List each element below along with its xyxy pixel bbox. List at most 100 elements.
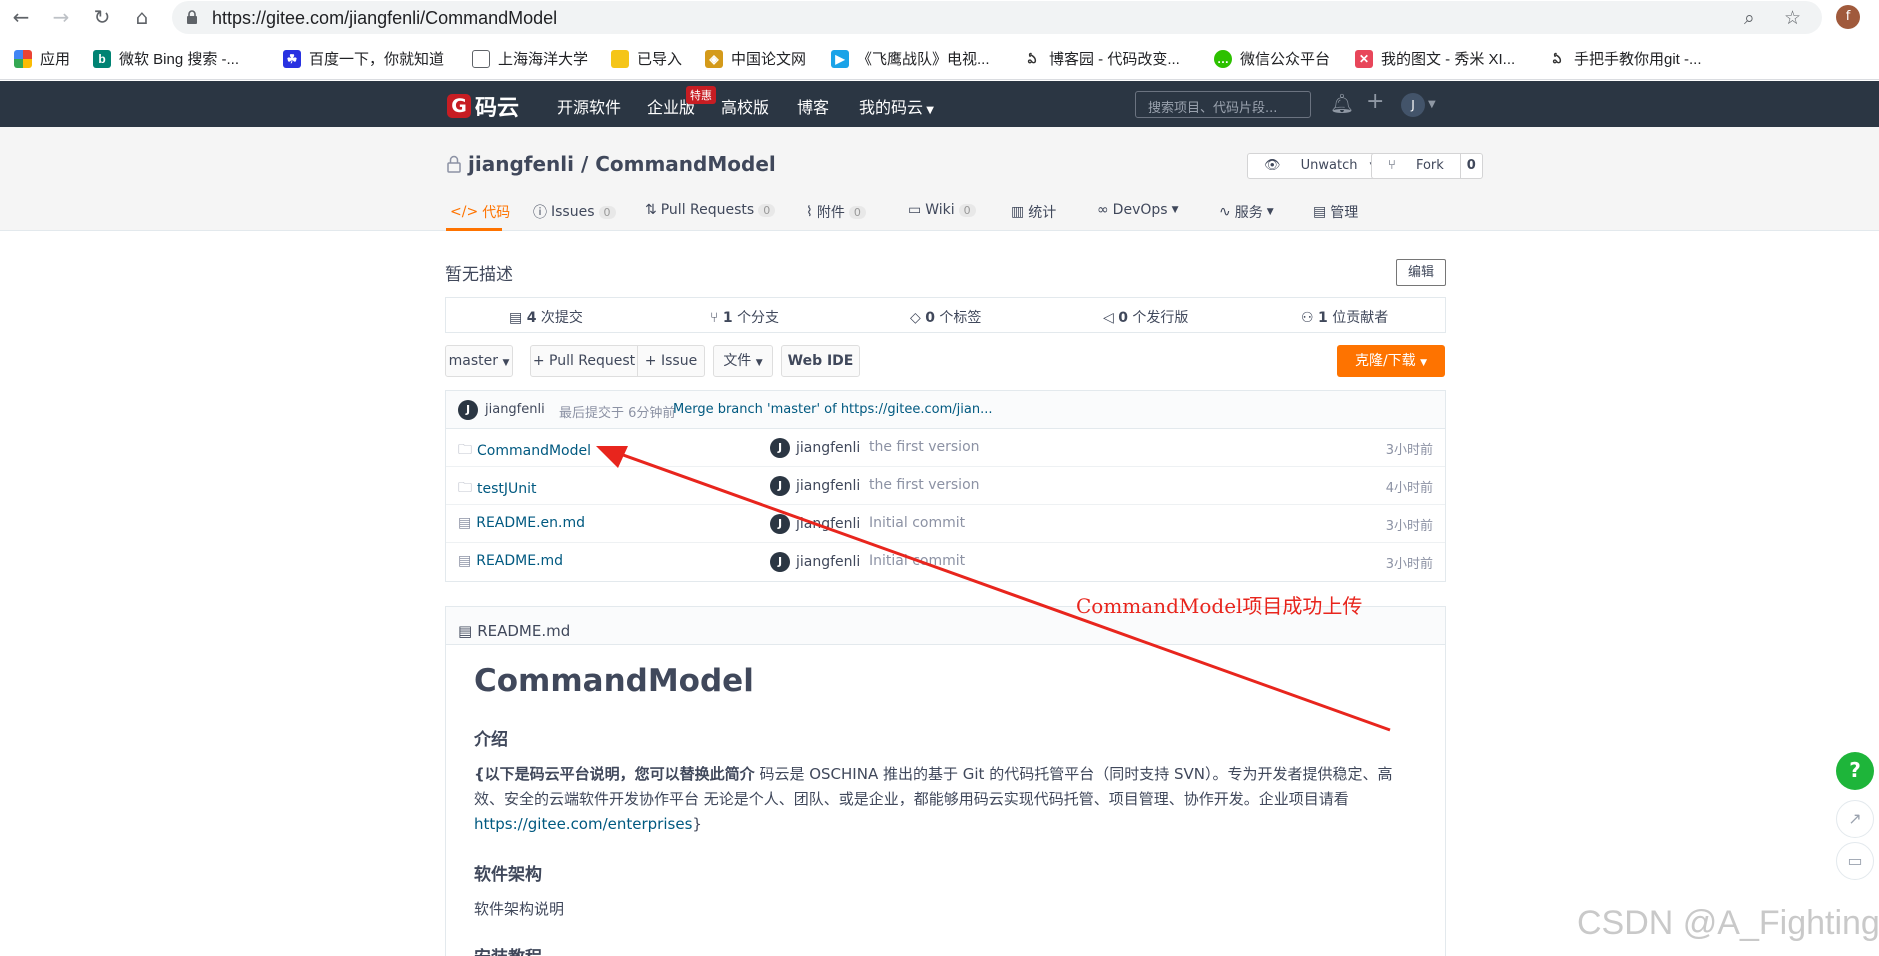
- release-icon: ◁: [1103, 310, 1119, 326]
- nav-open-source[interactable]: 开源软件: [557, 94, 621, 118]
- comment-icon[interactable]: ▭: [1836, 842, 1874, 880]
- lock-icon: [187, 10, 197, 24]
- commit-author[interactable]: jiangfenli: [485, 402, 545, 417]
- stat-releases[interactable]: ◁ 0 个发行版: [1103, 307, 1188, 327]
- file-author[interactable]: Jjiangfenli: [770, 514, 860, 534]
- tag-icon: ◇: [910, 310, 926, 326]
- bell-icon[interactable]: 🔔︎: [1330, 92, 1354, 115]
- new-pull-request-button[interactable]: + Pull Request: [530, 345, 638, 377]
- file-commit-message[interactable]: the first version: [869, 439, 980, 455]
- commit-message[interactable]: Merge branch 'master' of https://gitee.c…: [673, 402, 992, 417]
- info-icon: ⓘ: [533, 205, 547, 221]
- stat-branches[interactable]: ⑂ 1 个分支: [710, 307, 779, 327]
- web-ide-button[interactable]: Web IDE: [781, 345, 860, 377]
- promo-badge: 特惠: [686, 86, 716, 104]
- bookmark-xiumi[interactable]: ✕ 我的图文 - 秀米 XI...: [1355, 48, 1515, 69]
- commit-time: 最后提交于 6分钟前: [559, 406, 676, 421]
- tab-pull-requests[interactable]: ⇅ Pull Requests 0: [645, 202, 776, 218]
- avatar: J: [770, 552, 790, 572]
- bookmark-baidu[interactable]: ☘ 百度一下，你就知道: [283, 48, 444, 69]
- tab-code[interactable]: </> 代码: [450, 202, 510, 222]
- avatar: J: [770, 476, 790, 496]
- readme-title: CommandModel: [474, 663, 754, 699]
- file-author[interactable]: Jjiangfenli: [770, 552, 860, 572]
- edit-button[interactable]: 编辑: [1396, 259, 1446, 286]
- home-icon[interactable]: ⌂: [131, 6, 153, 28]
- nav-blog[interactable]: 博客: [797, 94, 829, 118]
- pull-request-icon: ⇅: [645, 202, 657, 218]
- file-commit-message[interactable]: the first version: [869, 477, 980, 493]
- file-commit-message[interactable]: Initial commit: [869, 515, 965, 531]
- stat-commits[interactable]: ▤ 4 次提交: [509, 307, 583, 327]
- file-icon: ▤: [458, 515, 472, 531]
- bookmark-shou[interactable]: 上海海洋大学: [472, 48, 588, 69]
- caret-down-icon: ▼: [1171, 205, 1179, 215]
- file-author[interactable]: Jjiangfenli: [770, 438, 860, 458]
- nav-university[interactable]: 高校版: [721, 94, 769, 118]
- bookmark-cnblogs[interactable]: ఏ 博客园 - 代码改变...: [1023, 48, 1180, 69]
- file-menu-button[interactable]: 文件 ▼: [713, 345, 773, 377]
- latest-commit-bar: J jiangfenli 最后提交于 6分钟前 Merge branch 'ma…: [446, 391, 1445, 429]
- enterprises-link[interactable]: https://gitee.com/enterprises: [474, 815, 692, 833]
- zoom-icon[interactable]: ⌕: [1744, 7, 1755, 29]
- stat-tags[interactable]: ◇ 0 个标签: [910, 307, 981, 327]
- browser-chrome: ← → ↻ ⌂ https://gitee.com/jiangfenli/Com…: [0, 0, 1879, 80]
- bookmark-imported[interactable]: 已导入: [611, 48, 682, 69]
- clone-download-button[interactable]: 克隆/下载 ▼: [1337, 345, 1445, 377]
- tab-manage[interactable]: ▤ 管理: [1313, 202, 1358, 222]
- branch-select[interactable]: master ▼: [445, 345, 513, 377]
- plus-icon[interactable]: +: [1366, 89, 1384, 114]
- bookmark-star-icon[interactable]: ☆: [1784, 7, 1801, 29]
- file-name[interactable]: ▤ README.en.md: [458, 515, 585, 531]
- nav-my-gitee[interactable]: 我的码云 ▼: [859, 94, 934, 118]
- share-icon[interactable]: ↗: [1836, 800, 1874, 838]
- folder-icon: 🗀︎: [458, 442, 472, 458]
- contributors-icon: ⚇: [1301, 310, 1319, 326]
- bookmarks-bar: 应用 b 微软 Bing 搜索 -... ☘ 百度一下，你就知道 上海海洋大学 已导…: [0, 44, 1879, 74]
- annotation-text: CommandModel项目成功上传: [1076, 594, 1363, 618]
- apps-grid-icon: [14, 49, 32, 68]
- eye-icon: 👁︎: [1264, 158, 1285, 173]
- profile-avatar[interactable]: f: [1836, 5, 1860, 29]
- file-name[interactable]: 🗀︎ testJUnit: [458, 477, 537, 501]
- bookmark-video[interactable]: ▶ 《飞鹰战队》电视...: [831, 48, 990, 69]
- avatar[interactable]: J: [458, 400, 478, 420]
- file-commit-message[interactable]: Initial commit: [869, 553, 965, 569]
- bookmark-git-tutorial[interactable]: ఏ 手把手教你用git -...: [1548, 48, 1702, 69]
- user-avatar[interactable]: J: [1401, 93, 1425, 117]
- address-bar[interactable]: https://gitee.com/jiangfenli/CommandMode…: [172, 1, 1822, 34]
- tab-services[interactable]: ∿ 服务 ▼: [1219, 202, 1274, 222]
- back-arrow-icon[interactable]: ←: [10, 6, 32, 28]
- gitee-logo[interactable]: G 码云: [447, 90, 519, 122]
- branch-icon: ⑂: [710, 310, 723, 326]
- caret-down-icon: ▼: [502, 358, 510, 368]
- forward-arrow-icon[interactable]: →: [50, 6, 72, 28]
- file-row[interactable]: 🗀︎ CommandModel Jjiangfenli the first versi…: [446, 429, 1445, 467]
- gitee-logo-icon: G: [447, 94, 471, 118]
- caret-down-icon: ▼: [755, 358, 763, 368]
- file-name[interactable]: 🗀︎ CommandModel: [458, 439, 591, 463]
- tab-issues[interactable]: ⓘ Issues 0: [533, 202, 616, 222]
- bookmark-apps[interactable]: 应用: [14, 48, 70, 69]
- tab-stats[interactable]: ▥ 统计: [1011, 202, 1056, 222]
- bookmark-bing[interactable]: b 微软 Bing 搜索 -...: [93, 48, 239, 69]
- reload-icon[interactable]: ↻: [91, 6, 113, 28]
- tab-wiki[interactable]: ▭ Wiki 0: [908, 202, 976, 218]
- fork-button[interactable]: ⑂ Fork 0: [1371, 153, 1483, 179]
- tab-devops[interactable]: ∞ DevOps ▼: [1097, 202, 1178, 218]
- bookmark-wechat[interactable]: … 微信公众平台: [1214, 48, 1330, 69]
- file-time: 4小时前: [1385, 481, 1433, 496]
- file-row[interactable]: ▤ README.en.md Jjiangfenli Initial commit 3小…: [446, 505, 1445, 543]
- file-author[interactable]: Jjiangfenli: [770, 476, 860, 496]
- new-issue-button[interactable]: + Issue: [637, 345, 705, 377]
- stat-contributors[interactable]: ⚇ 1 位贡献者: [1301, 307, 1388, 327]
- xiumi-icon: ✕: [1355, 49, 1373, 68]
- caret-down-icon[interactable]: ▼: [1428, 99, 1436, 110]
- bookmark-paper[interactable]: ◈ 中国论文网: [705, 48, 806, 69]
- search-input[interactable]: 搜索项目、代码片段...: [1135, 91, 1311, 118]
- file-row[interactable]: ▤ README.md Jjiangfenli Initial commit 3小时前: [446, 543, 1445, 581]
- help-button[interactable]: ?: [1836, 752, 1874, 790]
- file-name[interactable]: ▤ README.md: [458, 553, 563, 569]
- tab-attachments[interactable]: ⌇ 附件 0: [806, 202, 866, 222]
- file-row[interactable]: 🗀︎ testJUnit Jjiangfenli the first version 4…: [446, 467, 1445, 505]
